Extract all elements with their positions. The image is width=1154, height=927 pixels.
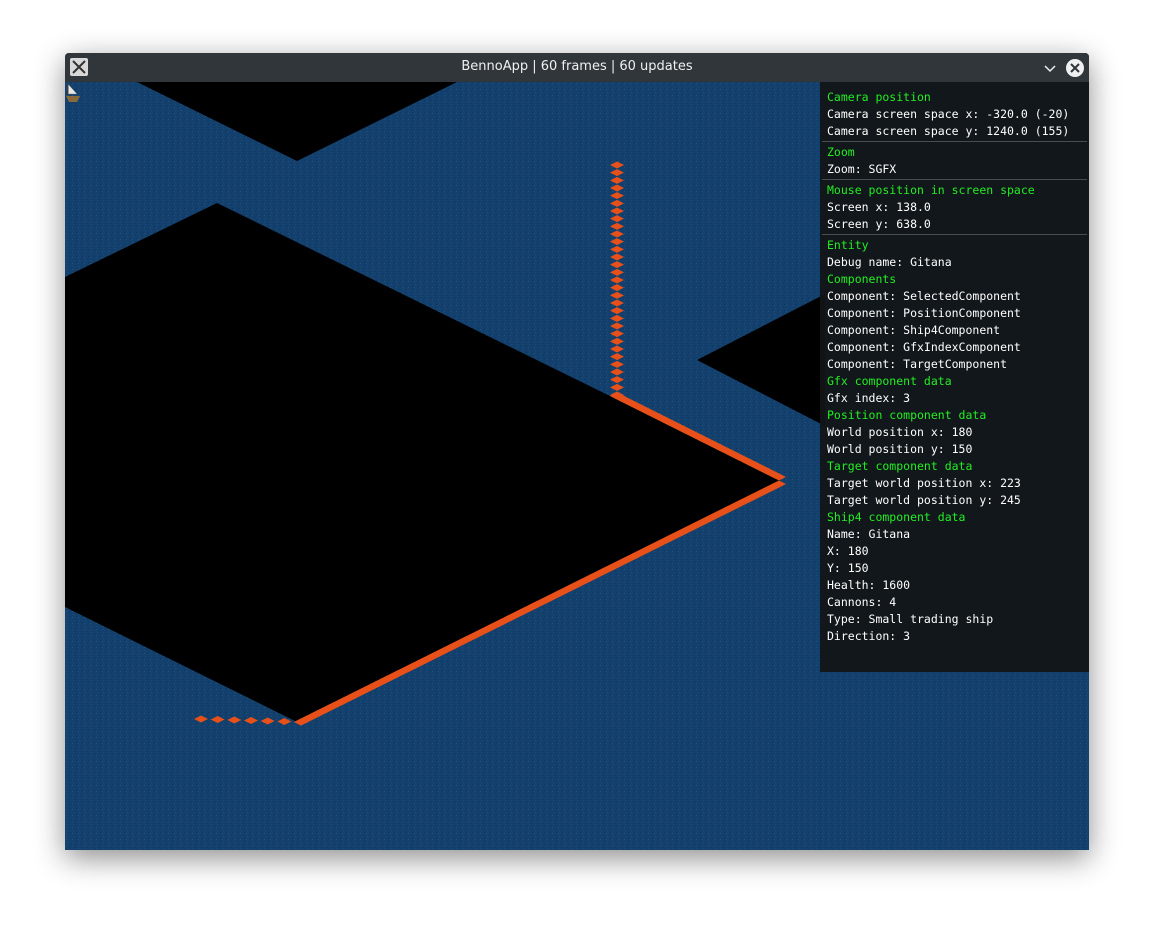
- separator: [822, 179, 1087, 180]
- window-title: BennoApp | 60 frames | 60 updates: [461, 59, 693, 74]
- ship-header: Ship4 component data: [827, 510, 966, 524]
- gfx-index: Gfx index: 3: [827, 391, 911, 405]
- app-window: BennoApp | 60 frames | 60 updates Camera…: [65, 53, 1089, 850]
- zoom-value: Zoom: SGFX: [827, 162, 897, 176]
- zoom-header: Zoom: [827, 145, 855, 159]
- world-x: World position x: 180: [827, 425, 973, 439]
- ship-field: X: 180: [827, 544, 869, 558]
- ship-field: Y: 150: [827, 561, 869, 575]
- mouse-y: Screen y: 638.0: [827, 217, 931, 231]
- mouse-x: Screen x: 138.0: [827, 200, 931, 214]
- camera-x: Camera screen space x: -320.0 (-20): [827, 107, 1070, 121]
- world-y: World position y: 150: [827, 442, 973, 456]
- separator: [822, 234, 1087, 235]
- component-item: Component: PositionComponent: [827, 306, 1021, 320]
- ship-sprite[interactable]: [65, 82, 81, 104]
- separator: [822, 141, 1087, 142]
- camera-header: Camera position: [827, 90, 931, 104]
- chevron-down-icon[interactable]: [1040, 58, 1060, 78]
- ship-field: Name: Gitana: [827, 527, 911, 541]
- target-header: Target component data: [827, 459, 973, 473]
- component-item: Component: TargetComponent: [827, 357, 1008, 371]
- gfx-header: Gfx component data: [827, 374, 952, 388]
- game-viewport[interactable]: Camera position Camera screen space x: -…: [65, 82, 1089, 850]
- component-item: Component: SelectedComponent: [827, 289, 1021, 303]
- mouse-header: Mouse position in screen space: [827, 183, 1035, 197]
- target-y: Target world position y: 245: [827, 493, 1021, 507]
- ship-field: Cannons: 4: [827, 595, 897, 609]
- entity-header: Entity: [827, 238, 869, 252]
- camera-y: Camera screen space y: 1240.0 (155): [827, 124, 1070, 138]
- component-item: Component: GfxIndexComponent: [827, 340, 1021, 354]
- close-icon[interactable]: [1065, 58, 1085, 78]
- ship-field: Type: Small trading ship: [827, 612, 994, 626]
- debug-panel: Camera position Camera screen space x: -…: [820, 82, 1089, 672]
- components-header: Components: [827, 272, 897, 286]
- component-item: Component: Ship4Component: [827, 323, 1001, 337]
- target-x: Target world position x: 223: [827, 476, 1021, 490]
- ship-field: Direction: 3: [827, 629, 911, 643]
- entity-debug-name: Debug name: Gitana: [827, 255, 952, 269]
- title-bar[interactable]: BennoApp | 60 frames | 60 updates: [65, 53, 1089, 82]
- position-header: Position component data: [827, 408, 987, 422]
- ship-field: Health: 1600: [827, 578, 911, 592]
